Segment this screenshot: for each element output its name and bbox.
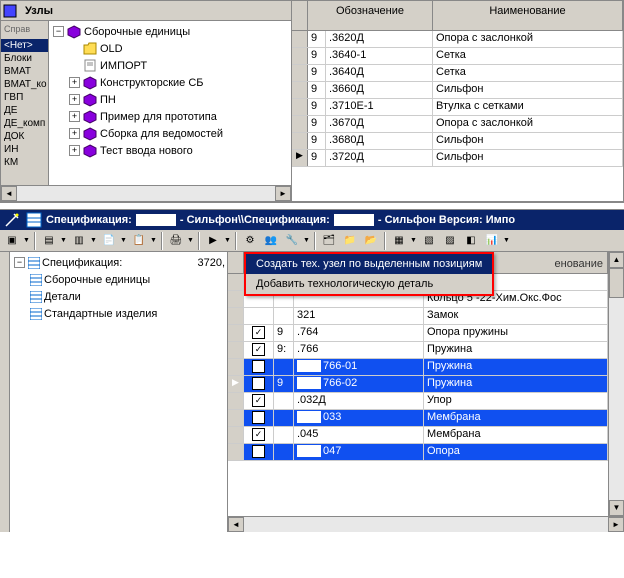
side-tab-dok[interactable]: ДОК bbox=[1, 130, 48, 143]
menu-add-tech-detail[interactable]: Добавить технологическую деталь bbox=[246, 274, 492, 294]
tool-d[interactable]: ▦ bbox=[389, 231, 409, 250]
tool-e[interactable]: ▧ bbox=[419, 231, 439, 250]
table-row[interactable]: ✓ .032Д Упор bbox=[228, 393, 608, 410]
grid-icon bbox=[26, 212, 42, 228]
horizontal-scrollbar[interactable]: ◄ ► bbox=[1, 185, 291, 201]
expander-icon[interactable]: + bbox=[69, 77, 80, 88]
side-tab-in[interactable]: ИН bbox=[1, 143, 48, 156]
scroll-right-icon[interactable]: ► bbox=[608, 517, 624, 532]
vertical-scrollbar[interactable]: ▲ ▼ bbox=[608, 252, 624, 516]
side-tab-bloki[interactable]: Блоки bbox=[1, 52, 48, 65]
tool-g[interactable]: ◧ bbox=[461, 231, 481, 250]
tree-node-pn[interactable]: + ПН bbox=[51, 91, 289, 108]
tool-a[interactable]: 🗂 bbox=[319, 231, 339, 250]
expander-icon[interactable]: + bbox=[69, 145, 80, 156]
tool-play[interactable]: ▶ bbox=[203, 231, 223, 250]
tree-node-test[interactable]: + Тест ввода нового bbox=[51, 142, 289, 159]
col-name[interactable]: Наименование bbox=[433, 1, 623, 30]
spec-tree-root[interactable]: − Спецификация: 3720, bbox=[12, 254, 225, 271]
row-checkbox[interactable]: ✓ bbox=[252, 360, 265, 373]
table-row[interactable]: ✓ 047 Опора bbox=[228, 444, 608, 461]
tree-node-sborka[interactable]: + Сборка для ведомостей bbox=[51, 125, 289, 142]
tool-f[interactable]: ▨ bbox=[440, 231, 460, 250]
side-tab-gvp[interactable]: ГВП bbox=[1, 91, 48, 104]
table-row[interactable]: 9 .3640-1 Сетка bbox=[292, 48, 623, 65]
tool-wrench[interactable]: 🔧 bbox=[282, 231, 302, 250]
table-row[interactable]: ✓ 9 .764 Опора пружины bbox=[228, 325, 608, 342]
spec-tree-details[interactable]: Детали bbox=[12, 288, 225, 305]
tool-b[interactable]: 📁 bbox=[340, 231, 360, 250]
wand-icon[interactable] bbox=[4, 212, 22, 228]
tool-btn-2[interactable]: ▤ bbox=[39, 231, 59, 250]
side-tab-none[interactable]: <Нет> bbox=[1, 39, 48, 52]
row-checkbox[interactable]: ✓ bbox=[252, 445, 265, 458]
tree-title: Узлы bbox=[19, 3, 59, 19]
expander-icon[interactable]: + bbox=[69, 111, 80, 122]
horizontal-scrollbar-bottom[interactable]: ◄ ► bbox=[228, 516, 624, 532]
tool-h[interactable]: 📊 bbox=[482, 231, 502, 250]
scroll-right-icon[interactable]: ► bbox=[275, 186, 291, 201]
expander-icon[interactable]: + bbox=[69, 128, 80, 139]
table-row[interactable]: ✓ 9: .766 Пружина bbox=[228, 342, 608, 359]
table-row[interactable]: 9 .3670Д Опора с заслонкой bbox=[292, 116, 623, 133]
tool-btn-5[interactable]: 📋 bbox=[129, 231, 149, 250]
side-tab-vmat[interactable]: ВМАТ bbox=[1, 65, 48, 78]
spec-title-bar: Спецификация: - Сильфон\\Спецификация: -… bbox=[0, 210, 624, 230]
tool-c[interactable]: 📂 bbox=[361, 231, 381, 250]
scroll-down-icon[interactable]: ▼ bbox=[609, 500, 624, 516]
table-row[interactable]: ▶ 9 .3720Д Сильфон bbox=[292, 150, 623, 167]
scroll-up-icon[interactable]: ▲ bbox=[609, 252, 624, 268]
col-designation[interactable]: Обозначение bbox=[308, 1, 433, 30]
expander-icon[interactable]: − bbox=[14, 257, 25, 268]
tool-btn-4[interactable]: 📄 bbox=[99, 231, 119, 250]
tool-gear[interactable]: ⚙ bbox=[240, 231, 260, 250]
scroll-left-icon[interactable]: ◄ bbox=[228, 517, 244, 532]
row-checkbox[interactable]: ✓ bbox=[252, 411, 265, 424]
table-row[interactable]: 9 .3680Д Сильфон bbox=[292, 133, 623, 150]
top-right-grid: Обозначение Наименование 9 .3620Д Опора … bbox=[292, 0, 624, 202]
tree-node-old[interactable]: OLD bbox=[51, 40, 289, 57]
table-row[interactable]: ✓ 766-01 Пружина bbox=[228, 359, 608, 376]
spec-tree-assemblies[interactable]: Сборочные единицы bbox=[12, 271, 225, 288]
row-checkbox[interactable]: ✓ bbox=[252, 428, 265, 441]
tree-node-primer[interactable]: + Пример для прототипа bbox=[51, 108, 289, 125]
expander-icon[interactable]: + bbox=[69, 94, 80, 105]
side-tab-vmatko[interactable]: ВМАТ_ко bbox=[1, 78, 48, 91]
tool-users[interactable]: 👥 bbox=[261, 231, 281, 250]
table-row[interactable]: ✓ .045 Мембрана bbox=[228, 427, 608, 444]
scroll-left-icon[interactable]: ◄ bbox=[1, 186, 17, 201]
side-tab-de[interactable]: ДЕ bbox=[1, 104, 48, 117]
table-row[interactable]: 9 .3620Д Опора с заслонкой bbox=[292, 31, 623, 48]
tree-node-root[interactable]: − Сборочные единицы bbox=[51, 23, 289, 40]
spec-tree-panel: − Спецификация: 3720, Сборочные единицы … bbox=[10, 252, 228, 532]
menu-create-tech-node[interactable]: Создать тех. узел по выделенным позициям bbox=[246, 254, 492, 274]
expander-icon[interactable]: − bbox=[53, 26, 64, 37]
side-tab-km[interactable]: КМ bbox=[1, 156, 48, 169]
bottom-grid-panel: енование ✓ 9 .3720Д(17) Сильфон Кольцо 5… bbox=[228, 252, 624, 532]
context-menu: Создать тех. узел по выделенным позициям… bbox=[244, 252, 494, 296]
main-toolbar: ▣▼ ▤▼ ▥▼ 📄▼ 📋▼ 🖨▼ ▶▼ ⚙ 👥 🔧▼ 🗂 📁 📂 ▦▼ ▧ ▨… bbox=[0, 230, 624, 252]
tree-node-import[interactable]: ИМПОРТ bbox=[51, 57, 289, 74]
tree-node-konstr[interactable]: + Конструкторские СБ bbox=[51, 74, 289, 91]
tool-btn-1[interactable]: ▣ bbox=[2, 231, 22, 250]
table-row[interactable]: 9 .3660Д Сильфон bbox=[292, 82, 623, 99]
tool-print[interactable]: 🖨 bbox=[166, 231, 186, 250]
row-checkbox[interactable]: ✓ bbox=[252, 326, 265, 339]
table-row[interactable]: 9 .3640Д Сетка bbox=[292, 65, 623, 82]
table-row[interactable]: 9 .3710Е-1 Втулка с сетками bbox=[292, 99, 623, 116]
tree-body: − Сборочные единицы OLD ИМПОРТ + bbox=[49, 21, 291, 185]
row-checkbox[interactable]: ✓ bbox=[252, 394, 265, 407]
spec-tree-standard[interactable]: Стандартные изделия bbox=[12, 305, 225, 322]
reference-tabs: Справ <Нет> Блоки ВМАТ ВМАТ_ко ГВП ДЕ ДЕ… bbox=[1, 21, 49, 185]
table-row[interactable]: ▶ ✓ 9 766-02 Пружина bbox=[228, 376, 608, 393]
left-tree-panel: Узлы Справ <Нет> Блоки ВМАТ ВМАТ_ко ГВП … bbox=[0, 0, 292, 202]
tool-btn-3[interactable]: ▥ bbox=[69, 231, 89, 250]
row-checkbox[interactable]: ✓ bbox=[252, 343, 265, 356]
table-row[interactable]: ✓ 033 Мембрана bbox=[228, 410, 608, 427]
table-row[interactable]: 321 Замок bbox=[228, 308, 608, 325]
side-tab-dekomp[interactable]: ДЕ_комп bbox=[1, 117, 48, 130]
row-checkbox[interactable]: ✓ bbox=[252, 377, 265, 390]
